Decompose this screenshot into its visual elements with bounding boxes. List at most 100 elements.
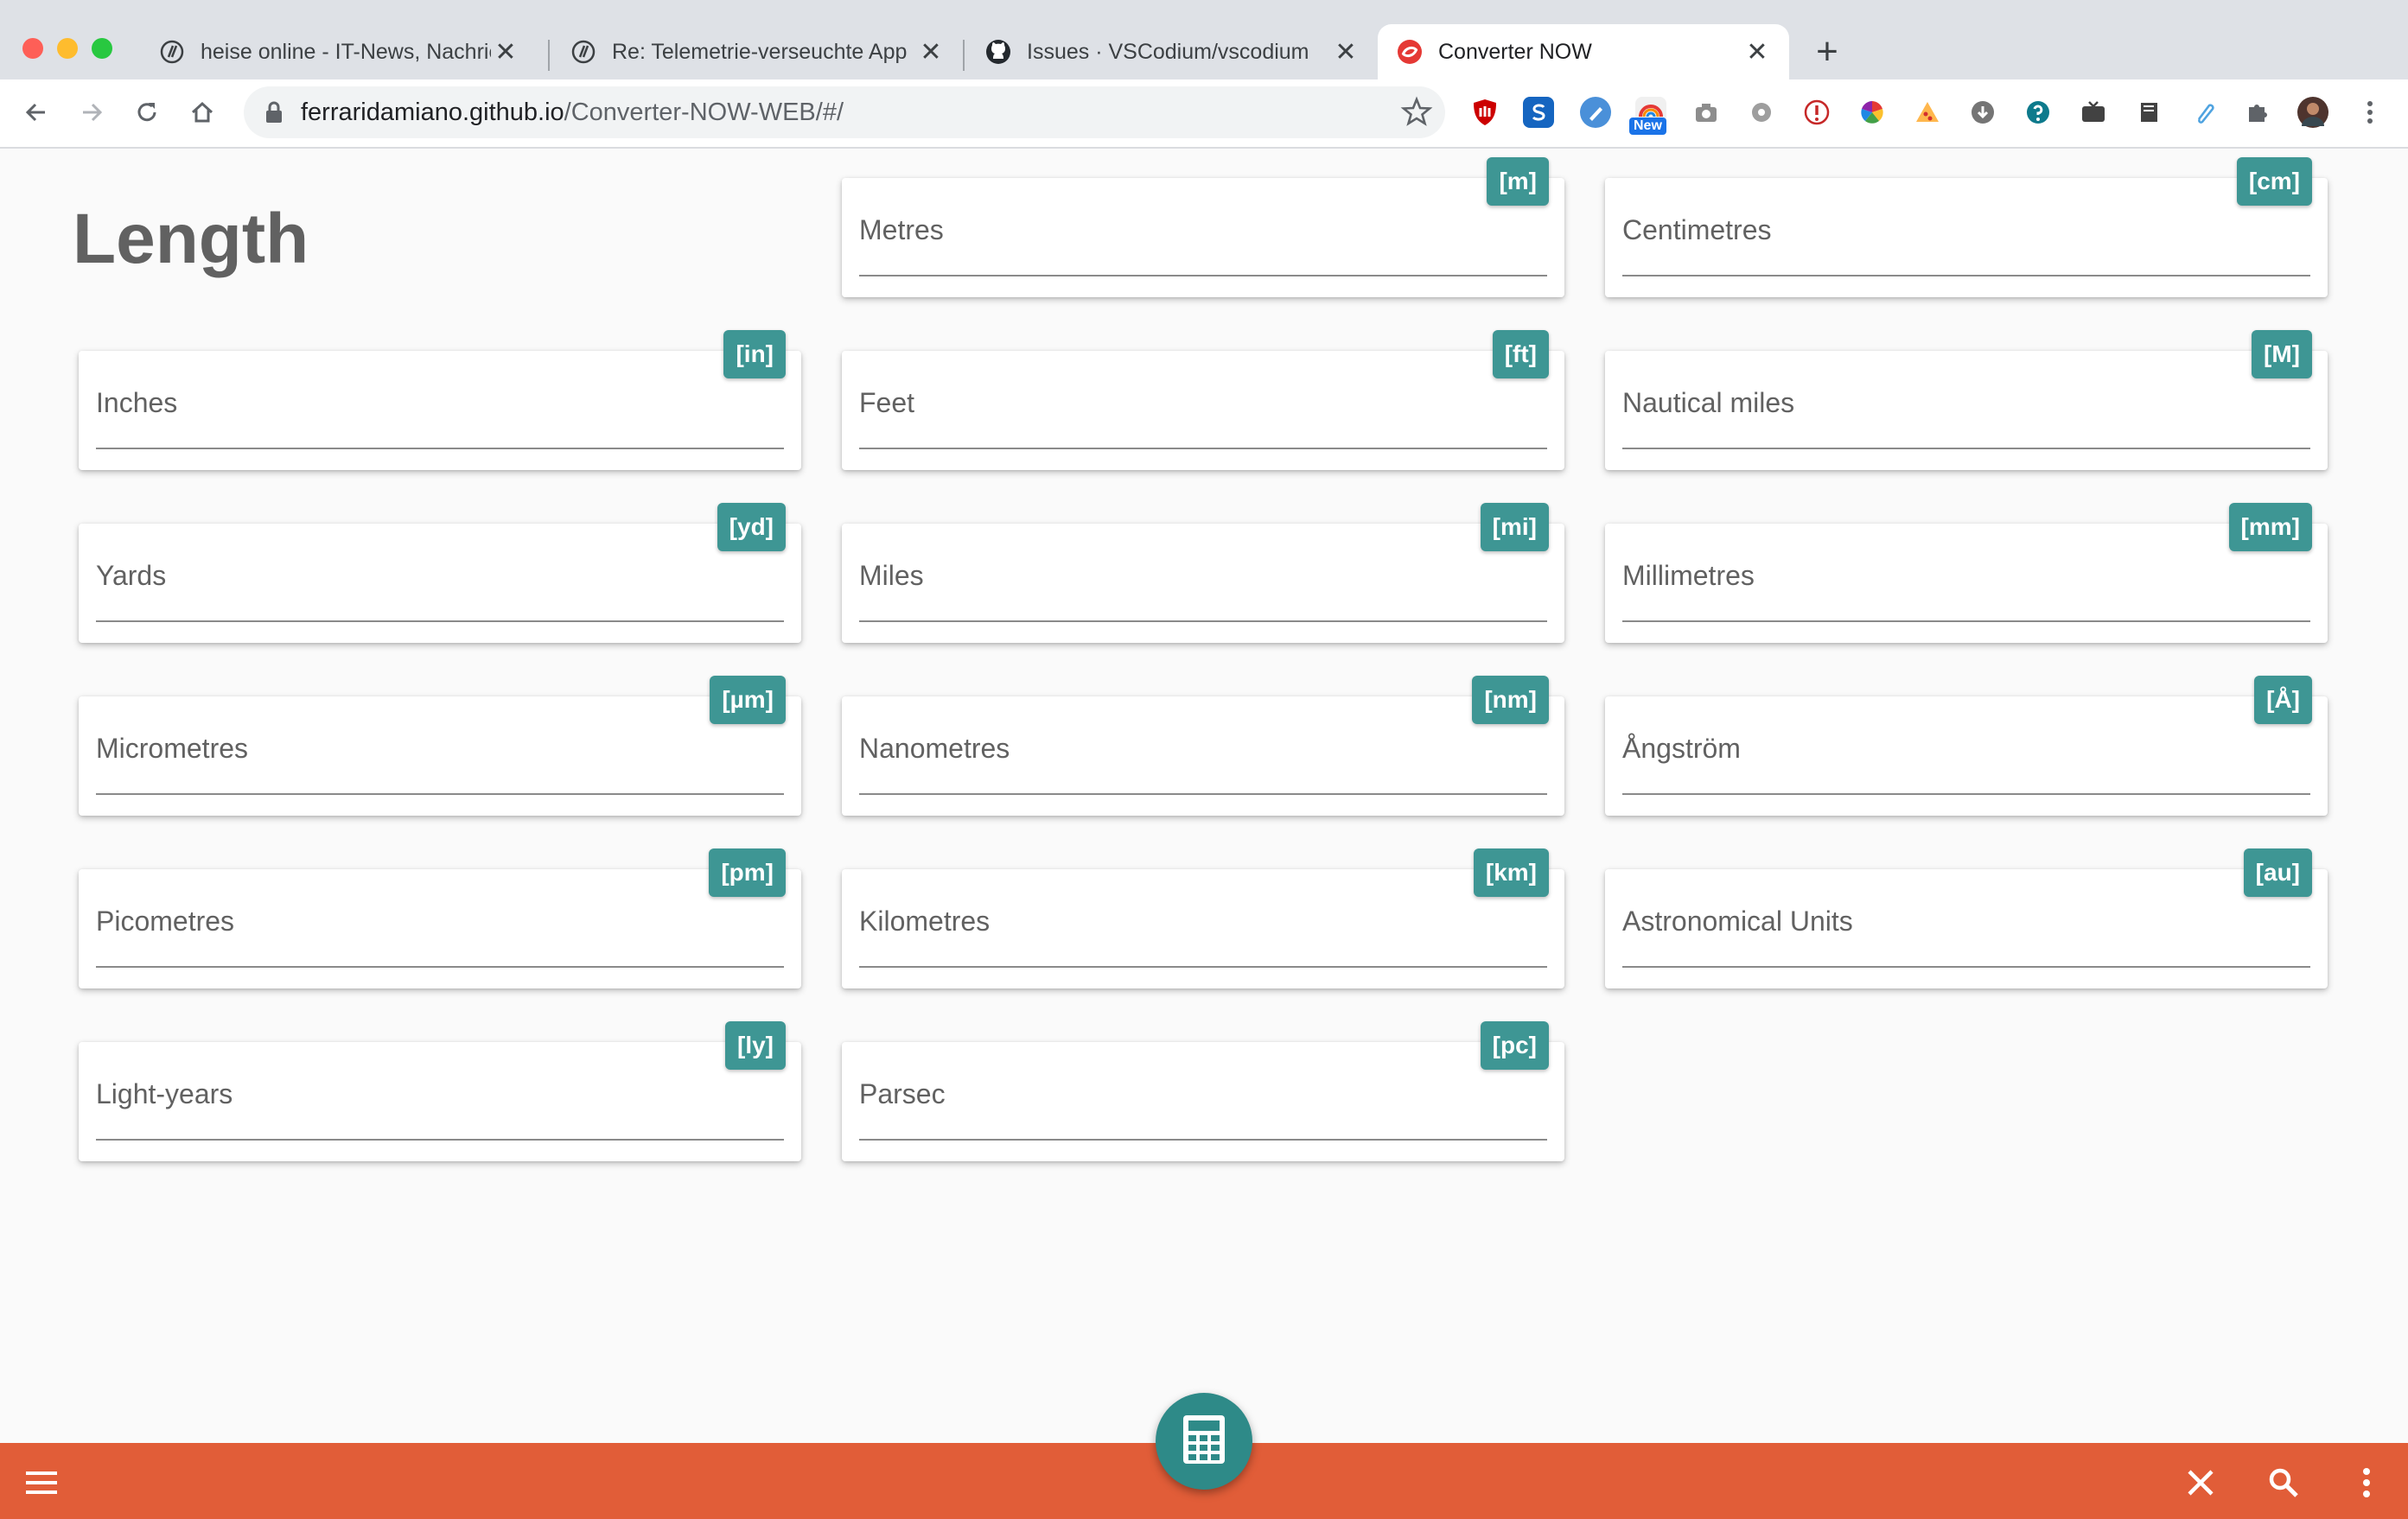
unit-label: Ångström xyxy=(1622,733,1741,764)
calculator-fab[interactable] xyxy=(1156,1393,1252,1490)
browser-toolbar: ferraridamiano.github.io/Converter-NOW-W… xyxy=(0,79,2408,149)
unit-card-centimetres[interactable]: Centimetres [cm] xyxy=(1605,157,2328,297)
maximize-window-button[interactable] xyxy=(92,38,112,59)
home-icon[interactable] xyxy=(178,88,226,137)
input-underline xyxy=(96,448,784,449)
unit-symbol-badge: [nm] xyxy=(1472,676,1549,724)
converter-now-icon xyxy=(1395,37,1424,67)
browser-tab-heise[interactable]: heise online - IT-News, Nachric ✕ xyxy=(140,24,538,79)
unit-card-micrometres[interactable]: Micrometres [µm] xyxy=(79,676,801,816)
camera-extension-icon[interactable] xyxy=(1691,97,1722,128)
heise-icon xyxy=(157,37,187,67)
browser-menu-icon[interactable] xyxy=(2354,97,2386,128)
pen-extension-icon[interactable] xyxy=(1580,97,1611,128)
unit-card-kilometres[interactable]: Kilometres [km] xyxy=(842,848,1564,988)
tab-title: Issues · VSCodium/vscodium xyxy=(1027,39,1309,64)
browser-tab-vscodium[interactable]: Issues · VSCodium/vscodium ✕ xyxy=(966,24,1378,79)
unit-card-inches[interactable]: Inches [in] xyxy=(79,330,801,470)
unit-label: Nautical miles xyxy=(1622,387,1795,418)
lock-icon[interactable] xyxy=(263,99,285,130)
unit-symbol-badge: [m] xyxy=(1487,157,1549,206)
input-underline xyxy=(859,793,1547,795)
unit-card-light-years[interactable]: Light-years [ly] xyxy=(79,1021,801,1161)
reload-icon[interactable] xyxy=(123,88,171,137)
unit-symbol-badge: [yd] xyxy=(717,503,786,551)
unit-symbol-badge: [pc] xyxy=(1480,1021,1549,1070)
unit-symbol-badge: [km] xyxy=(1473,848,1549,897)
url-text: ferraridamiano.github.io/Converter-NOW-W… xyxy=(301,99,844,127)
unit-card-feet[interactable]: Feet [ft] xyxy=(842,330,1564,470)
page-title: Length xyxy=(73,200,309,278)
tab-title: Converter NOW xyxy=(1438,39,1592,64)
unit-label: Light-years xyxy=(96,1078,233,1109)
ublock-extension-icon[interactable] xyxy=(1469,97,1500,128)
unit-card-astronomical-units[interactable]: Astronomical Units [au] xyxy=(1605,848,2328,988)
input-underline xyxy=(96,620,784,622)
alert-extension-icon[interactable] xyxy=(1801,97,1832,128)
url-path: /Converter-NOW-WEB/#/ xyxy=(564,99,844,126)
unit-symbol-badge: [M] xyxy=(2252,330,2312,378)
unit-symbol-badge: [mm] xyxy=(2228,503,2312,551)
unit-symbol-badge: [cm] xyxy=(2236,157,2312,206)
input-underline xyxy=(1622,448,2310,449)
unit-symbol-badge: [pm] xyxy=(709,848,786,897)
input-underline xyxy=(1622,966,2310,968)
input-underline xyxy=(859,620,1547,622)
close-tab-icon[interactable]: ✕ xyxy=(1742,37,1772,67)
paperclip-extension-icon[interactable] xyxy=(2188,97,2220,128)
close-window-button[interactable] xyxy=(22,38,43,59)
unit-card-angstrom[interactable]: Ångström [Å] xyxy=(1605,676,2328,816)
profile-avatar[interactable] xyxy=(2297,97,2328,128)
github-icon xyxy=(984,37,1013,67)
clear-close-icon[interactable] xyxy=(2176,1459,2225,1507)
address-bar[interactable]: ferraridamiano.github.io/Converter-NOW-W… xyxy=(244,86,1445,138)
unit-card-picometres[interactable]: Picometres [pm] xyxy=(79,848,801,988)
more-options-icon[interactable] xyxy=(2342,1459,2391,1507)
input-underline xyxy=(859,275,1547,276)
s-extension-icon[interactable] xyxy=(1523,97,1554,128)
unit-label: Parsec xyxy=(859,1078,946,1109)
puzzle-extensions-icon[interactable] xyxy=(2242,97,2273,128)
close-tab-icon[interactable]: ✕ xyxy=(916,37,946,67)
unit-card-millimetres[interactable]: Millimetres [mm] xyxy=(1605,503,2328,643)
unit-label: Picometres xyxy=(96,906,235,937)
browser-tab-converter-now[interactable]: Converter NOW ✕ xyxy=(1378,24,1789,79)
unit-label: Micrometres xyxy=(96,733,249,764)
unit-card-yards[interactable]: Yards [yd] xyxy=(79,503,801,643)
help-extension-icon[interactable] xyxy=(2023,97,2054,128)
unit-card-miles[interactable]: Miles [mi] xyxy=(842,503,1564,643)
bookmark-star-icon[interactable] xyxy=(1400,95,1433,132)
back-arrow-icon[interactable] xyxy=(12,88,61,137)
input-underline xyxy=(859,966,1547,968)
unit-card-nautical-miles[interactable]: Nautical miles [M] xyxy=(1605,330,2328,470)
gear-extension-icon[interactable] xyxy=(1746,97,1777,128)
close-tab-icon[interactable]: ✕ xyxy=(491,37,520,67)
extension-new-badge: New xyxy=(1629,118,1666,135)
input-underline xyxy=(96,1139,784,1141)
url-host: ferraridamiano.github.io xyxy=(301,99,564,126)
book-extension-icon[interactable] xyxy=(2133,97,2164,128)
forward-arrow-icon[interactable] xyxy=(67,88,116,137)
close-tab-icon[interactable]: ✕ xyxy=(1331,37,1360,67)
unit-symbol-badge: [Å] xyxy=(2254,676,2312,724)
tv-extension-icon[interactable] xyxy=(2078,97,2109,128)
tab-title: heise online - IT-News, Nachric xyxy=(201,39,491,64)
unit-label: Astronomical Units xyxy=(1622,906,1853,937)
unit-card-parsec[interactable]: Parsec [pc] xyxy=(842,1021,1564,1161)
unit-card-nanometres[interactable]: Nanometres [nm] xyxy=(842,676,1564,816)
browser-tab-telemetrie[interactable]: Re: Telemetrie-verseuchte App ✕ xyxy=(551,24,963,79)
color-wheel-extension-icon[interactable] xyxy=(1857,97,1888,128)
minimize-window-button[interactable] xyxy=(57,38,78,59)
unit-label: Feet xyxy=(859,387,915,418)
new-tab-plus-icon[interactable]: + xyxy=(1808,31,1846,73)
unit-card-metres[interactable]: Metres [m] xyxy=(842,157,1564,297)
input-underline xyxy=(859,1139,1547,1141)
hamburger-menu-icon[interactable] xyxy=(17,1459,66,1507)
search-icon[interactable] xyxy=(2259,1459,2308,1507)
unit-symbol-badge: [au] xyxy=(2243,848,2312,897)
input-underline xyxy=(859,448,1547,449)
unit-symbol-badge: [mi] xyxy=(1480,503,1549,551)
pizza-extension-icon[interactable] xyxy=(1912,97,1943,128)
download-extension-icon[interactable] xyxy=(1967,97,1998,128)
input-underline xyxy=(1622,793,2310,795)
